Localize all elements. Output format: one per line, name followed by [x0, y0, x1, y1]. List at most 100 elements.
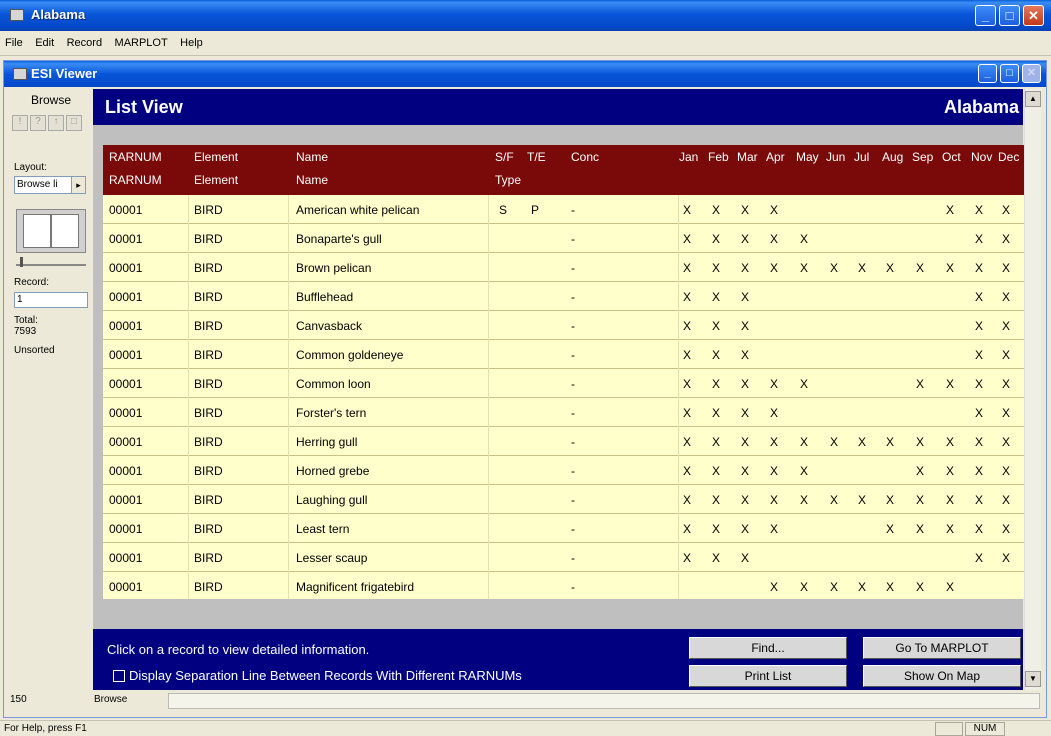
maximize-button[interactable]: □: [999, 5, 1020, 26]
month-header[interactable]: Jun: [826, 150, 845, 164]
cell-name: Common goldeneye: [296, 348, 404, 362]
column-divider: [188, 340, 189, 369]
table-row[interactable]: 00001 BIRD Least tern - X X X X X X X X X: [103, 514, 1025, 543]
cell-month: X: [946, 580, 955, 594]
month-header[interactable]: Sep: [912, 150, 933, 164]
month-header[interactable]: May: [796, 150, 819, 164]
viewer-close-button[interactable]: ✕: [1022, 64, 1041, 83]
table-row[interactable]: 00001 BIRD Canvasback - X X X X X: [103, 311, 1025, 340]
column-header-sub[interactable]: RARNUM: [109, 173, 162, 187]
cell-name: American white pelican: [296, 203, 420, 217]
table-row[interactable]: 00001 BIRD Brown pelican - X X X X X X X X X X X X: [103, 253, 1025, 282]
column-header[interactable]: S/F: [495, 150, 514, 164]
cell-conc: -: [571, 551, 575, 565]
cell-month: X: [683, 377, 692, 391]
cell-month: X: [858, 493, 867, 507]
cell-month: X: [683, 290, 692, 304]
zoom-level[interactable]: 150: [10, 694, 27, 705]
menu-edit[interactable]: Edit: [30, 31, 57, 49]
cell-conc: -: [571, 290, 575, 304]
month-header[interactable]: Mar: [737, 150, 758, 164]
column-header[interactable]: T/E: [527, 150, 546, 164]
month-header[interactable]: Jul: [854, 150, 869, 164]
print-list-button[interactable]: Print List: [689, 665, 847, 687]
column-divider: [678, 369, 679, 398]
horizontal-scrollbar[interactable]: [168, 693, 1040, 709]
show-on-map-button[interactable]: Show On Map: [863, 665, 1021, 687]
column-header-sub[interactable]: Name: [296, 173, 328, 187]
column-header[interactable]: RARNUM: [109, 150, 162, 164]
close-button[interactable]: ✕: [1023, 5, 1044, 26]
column-divider: [288, 311, 289, 340]
column-header[interactable]: Name: [296, 150, 328, 164]
viewer-maximize-button[interactable]: □: [1000, 64, 1019, 83]
vertical-scrollbar[interactable]: ▲ ▼: [1024, 89, 1041, 690]
column-divider: [488, 398, 489, 427]
table-row[interactable]: 00001 BIRD Laughing gull - X X X X X X X X X X X X: [103, 485, 1025, 514]
month-header[interactable]: Aug: [882, 150, 903, 164]
up-icon[interactable]: ↑: [48, 115, 64, 131]
cell-month: X: [683, 435, 692, 449]
cell-name: Bufflehead: [296, 290, 354, 304]
month-header[interactable]: Dec: [998, 150, 1019, 164]
column-divider: [488, 224, 489, 253]
column-header[interactable]: Element: [194, 150, 238, 164]
menu-marplot[interactable]: MARPLOT: [110, 31, 171, 49]
first-record-icon[interactable]: !: [12, 115, 28, 131]
minimize-button[interactable]: _: [975, 5, 996, 26]
layout-select[interactable]: Browse li ▸: [14, 176, 86, 194]
cell-month: X: [741, 319, 750, 333]
month-header[interactable]: Oct: [942, 150, 961, 164]
menu-help[interactable]: Help: [175, 31, 206, 49]
table-row[interactable]: 00001 BIRD Bufflehead - X X X X X: [103, 282, 1025, 311]
scroll-up-icon[interactable]: ▲: [1025, 91, 1041, 107]
cell-month: X: [886, 580, 895, 594]
page-icon[interactable]: □: [66, 115, 82, 131]
record-book-icon[interactable]: [16, 209, 86, 253]
cell-month: X: [712, 551, 721, 565]
table-row[interactable]: 00001 BIRD Magnificent frigatebird - X X X X X X X: [103, 572, 1025, 599]
cell-month: X: [975, 290, 984, 304]
table-row[interactable]: 00001 BIRD Horned grebe - X X X X X X X X X: [103, 456, 1025, 485]
table-row[interactable]: 00001 BIRD Lesser scaup - X X X X X: [103, 543, 1025, 572]
table-row[interactable]: 00001 BIRD Common goldeneye - X X X X X: [103, 340, 1025, 369]
scroll-down-icon[interactable]: ▼: [1025, 671, 1041, 687]
month-header[interactable]: Nov: [971, 150, 992, 164]
menu-file[interactable]: File: [0, 31, 26, 49]
cell-month: X: [1002, 406, 1011, 420]
column-header[interactable]: Conc: [571, 150, 599, 164]
separation-line-option[interactable]: Display Separation Line Between Records …: [113, 668, 522, 683]
cell-month: X: [683, 551, 692, 565]
column-divider: [678, 398, 679, 427]
column-divider: [488, 485, 489, 514]
record-number-input[interactable]: 1: [14, 292, 88, 308]
month-header[interactable]: Jan: [679, 150, 698, 164]
cell-month: X: [741, 406, 750, 420]
table-row[interactable]: 00001 BIRD Herring gull - X X X X X X X X X X X X: [103, 427, 1025, 456]
menu-record[interactable]: Record: [62, 31, 105, 49]
cell-conc: -: [571, 522, 575, 536]
month-header[interactable]: Apr: [766, 150, 785, 164]
go-to-marplot-button[interactable]: Go To MARPLOT: [863, 637, 1021, 659]
find-button[interactable]: Find...: [689, 637, 847, 659]
table-row[interactable]: 00001 BIRD Common loon - X X X X X X X X X: [103, 369, 1025, 398]
column-header-sub[interactable]: Type: [495, 173, 521, 187]
cell-conc: -: [571, 348, 575, 362]
mode-status[interactable]: Browse: [94, 694, 127, 705]
separation-line-checkbox[interactable]: [113, 670, 125, 682]
record-slider[interactable]: [16, 264, 86, 266]
month-header[interactable]: Feb: [708, 150, 729, 164]
cell-month: X: [683, 464, 692, 478]
find-icon[interactable]: ?: [30, 115, 46, 131]
dropdown-arrow-icon[interactable]: ▸: [71, 177, 85, 193]
cell-element: BIRD: [194, 464, 223, 478]
column-header-sub[interactable]: Element: [194, 173, 238, 187]
cell-month: X: [683, 319, 692, 333]
state-title: Alabama: [943, 97, 1019, 117]
cell-month: X: [800, 580, 809, 594]
table-row[interactable]: 00001 BIRD Bonaparte's gull - X X X X X X X: [103, 224, 1025, 253]
record-slider-thumb[interactable]: [20, 257, 23, 267]
table-row[interactable]: 00001 BIRD Forster's tern - X X X X X X: [103, 398, 1025, 427]
viewer-minimize-button[interactable]: _: [978, 64, 997, 83]
table-row[interactable]: 00001 BIRD American white pelican S P - X X X X X X…: [103, 195, 1025, 224]
